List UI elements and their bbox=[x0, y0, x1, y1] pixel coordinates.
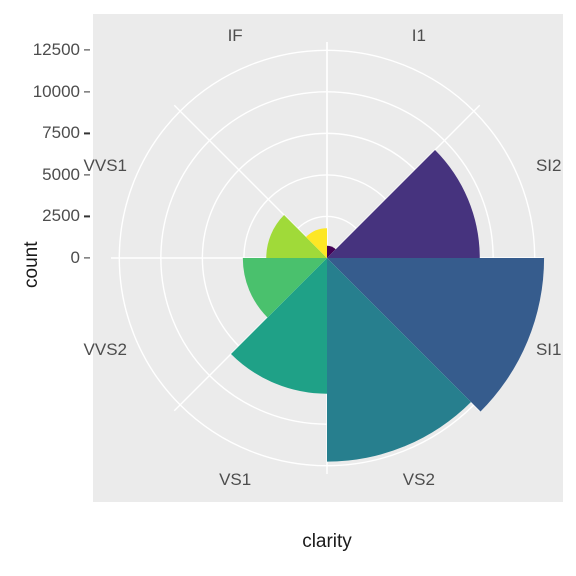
category-label-vvs2: VVS2 bbox=[84, 340, 127, 360]
y-tick-label: 2500 bbox=[42, 206, 80, 226]
y-tick-label: 10000 bbox=[33, 82, 80, 102]
y-tick-mark bbox=[84, 257, 90, 258]
y-axis-title: count bbox=[21, 242, 43, 288]
category-label-vs1: VS1 bbox=[219, 470, 251, 490]
y-tick-mark bbox=[84, 216, 90, 217]
category-label-vs2: VS2 bbox=[403, 470, 435, 490]
y-tick-mark bbox=[84, 91, 90, 92]
y-tick-mark bbox=[84, 50, 90, 51]
y-tick-label: 12500 bbox=[33, 40, 80, 60]
y-tick-mark bbox=[84, 133, 90, 134]
y-tick-label: 0 bbox=[71, 248, 80, 268]
y-tick-label: 5000 bbox=[42, 165, 80, 185]
category-label-i1: I1 bbox=[412, 26, 426, 46]
plot-svg bbox=[0, 0, 576, 576]
category-label-si2: SI2 bbox=[536, 156, 562, 176]
category-label-vvs1: VVS1 bbox=[84, 156, 127, 176]
category-label-if: IF bbox=[228, 26, 243, 46]
y-tick-label: 7500 bbox=[42, 123, 80, 143]
x-axis-title: clarity bbox=[287, 531, 367, 553]
polar-bar-chart: 0 2500 5000 7500 10000 12500 I1 SI2 SI1 VS2 VS1 VVS… bbox=[0, 0, 576, 576]
category-label-si1: SI1 bbox=[536, 340, 562, 360]
wedge-si2 bbox=[327, 150, 480, 258]
